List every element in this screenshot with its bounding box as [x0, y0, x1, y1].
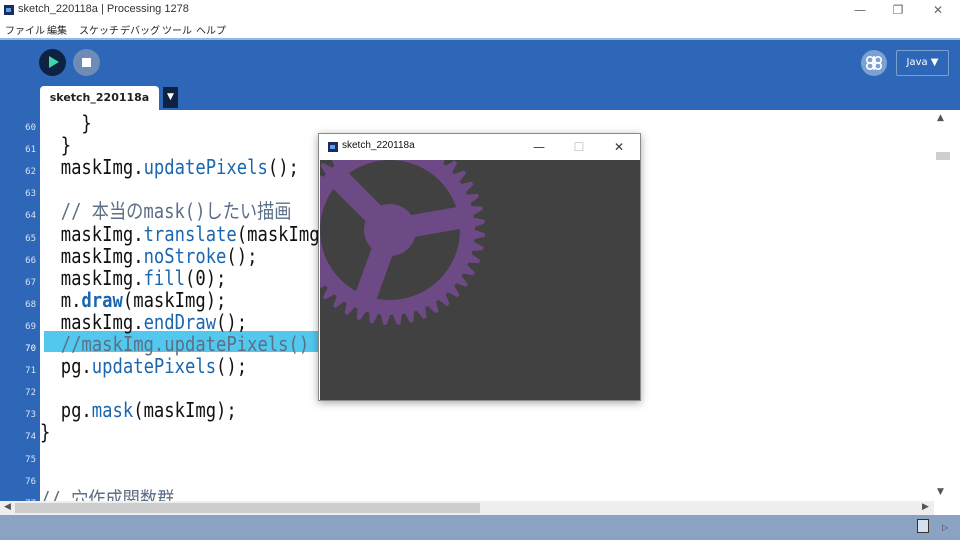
tab-menu-button[interactable]: ▼ [163, 87, 178, 108]
code-token: (maskImg); [133, 398, 237, 423]
sketch-close-button[interactable]: ✕ [605, 138, 633, 156]
menu-bar: ファイル 編集 スケッチ デバッグ ツール ヘルプ [0, 21, 960, 38]
scroll-down-icon[interactable]: ▼ [937, 487, 944, 497]
line-number-gutter: 606162636465666768697071727374757677 [0, 110, 40, 501]
code-token: maskImg. [40, 221, 144, 246]
code-token: maskImg. [40, 309, 144, 334]
code-token: updatePixels [143, 155, 268, 180]
status-arrow-icon[interactable]: ▷ [942, 523, 948, 532]
code-line: pg.updatePixels(); [40, 355, 247, 377]
code-line: } [40, 134, 71, 156]
code-token: (maskImg); [122, 287, 227, 312]
tab-sketch[interactable]: sketch_220118a [40, 86, 159, 110]
close-button[interactable]: ✕ [923, 1, 953, 19]
line-number: 66 [25, 255, 36, 266]
line-number: 69 [25, 321, 36, 332]
code-line: //maskImg.updatePixels() [40, 332, 310, 356]
line-number: 61 [25, 145, 36, 156]
code-token: updatePixels [91, 354, 217, 379]
code-token: draw [81, 287, 123, 312]
code-line: } [40, 421, 50, 443]
code-line: maskImg.endDraw(); [40, 311, 247, 333]
line-number: 68 [25, 299, 36, 310]
sketch-window[interactable]: sketch_220118a — ☐ ✕ [318, 133, 641, 401]
code-line: } [40, 111, 92, 135]
sketch-window-title: sketch_220118a [342, 140, 415, 151]
code-token: } [40, 111, 92, 135]
code-token: (maskImg [236, 221, 320, 246]
title-bar: sketch_220118a | Processing 1278 — ❐ ✕ [0, 0, 960, 21]
maximize-button[interactable]: ❐ [883, 1, 913, 19]
line-number: 73 [25, 410, 36, 421]
vertical-scroll-thumb[interactable] [936, 152, 950, 160]
line-number: 65 [25, 233, 36, 244]
code-token: noStroke [143, 243, 227, 268]
code-token: maskImg. [40, 265, 144, 290]
status-bar [0, 515, 960, 540]
line-number: 72 [25, 388, 36, 399]
line-number: 76 [25, 476, 36, 487]
gear-drawing [320, 160, 485, 325]
line-number: 67 [25, 277, 36, 288]
sketch-title-bar: sketch_220118a — ☐ ✕ [319, 134, 640, 160]
code-token: } [40, 420, 51, 445]
horizontal-scroll-thumb[interactable] [15, 503, 480, 513]
code-line: maskImg.fill(0); [40, 265, 227, 290]
window-title: sketch_220118a | Processing 1278 [18, 3, 189, 15]
menu-edit[interactable]: 編集 [47, 22, 67, 37]
scroll-right-icon[interactable]: ▶ [922, 502, 929, 512]
code-line: maskImg.updatePixels(); [40, 156, 299, 178]
stop-button[interactable] [73, 49, 100, 76]
line-number: 70 [25, 344, 36, 354]
run-button[interactable] [39, 49, 66, 76]
code-line: m.draw(maskImg); [40, 287, 227, 312]
scroll-left-icon[interactable]: ◀ [4, 502, 11, 512]
debug-button[interactable] [861, 50, 887, 76]
menu-sketch[interactable]: スケッチ [79, 22, 119, 37]
code-token: pg. [40, 354, 92, 379]
code-token: } [40, 133, 72, 158]
minimize-button[interactable]: — [845, 1, 875, 19]
menu-file[interactable]: ファイル [5, 22, 45, 37]
code-line: maskImg.noStroke(); [40, 243, 258, 268]
code-token: (); [226, 243, 258, 268]
code-token: //maskImg.updatePixels() [40, 332, 310, 356]
code-token: endDraw [143, 309, 217, 334]
code-token: (0); [184, 265, 227, 290]
menu-tools[interactable]: ツール [162, 22, 192, 37]
code-token: // 本当のmask()したい描画 [40, 199, 292, 224]
sketch-minimize-button[interactable]: — [525, 138, 553, 156]
sketch-app-icon [328, 142, 338, 152]
processing-app-icon [4, 5, 14, 15]
code-token: m. [40, 287, 82, 312]
sketch-canvas[interactable] [320, 160, 640, 400]
code-token: maskImg. [40, 155, 144, 180]
code-token: (); [216, 309, 248, 334]
code-token: (); [267, 155, 299, 180]
line-number: 60 [25, 123, 36, 133]
code-token: mask [91, 398, 134, 423]
vertical-scrollbar[interactable] [934, 110, 960, 501]
code-line: // 本当のmask()したい描画 [40, 200, 292, 222]
butterfly-icon [866, 56, 883, 71]
line-number: 64 [25, 211, 36, 222]
mode-selector[interactable]: Java ▼ [896, 50, 949, 76]
code-token: fill [143, 265, 185, 290]
line-number: 63 [25, 189, 36, 200]
console-icon[interactable] [917, 519, 929, 533]
sketch-maximize-button[interactable]: ☐ [565, 138, 593, 156]
code-token: (); [216, 354, 248, 379]
line-number: 71 [25, 366, 36, 377]
menu-help[interactable]: ヘルプ [196, 22, 226, 37]
code-token: translate [143, 221, 237, 246]
code-token: maskImg. [40, 243, 144, 268]
line-number: 74 [25, 432, 36, 443]
code-line: pg.mask(maskImg); [40, 399, 237, 421]
line-number: 62 [25, 167, 36, 178]
gear-hub [364, 204, 416, 256]
line-number: 75 [25, 454, 36, 465]
scroll-up-icon[interactable]: ▲ [937, 113, 944, 123]
menu-debug[interactable]: デバッグ [120, 22, 160, 37]
code-token: pg. [40, 398, 92, 423]
